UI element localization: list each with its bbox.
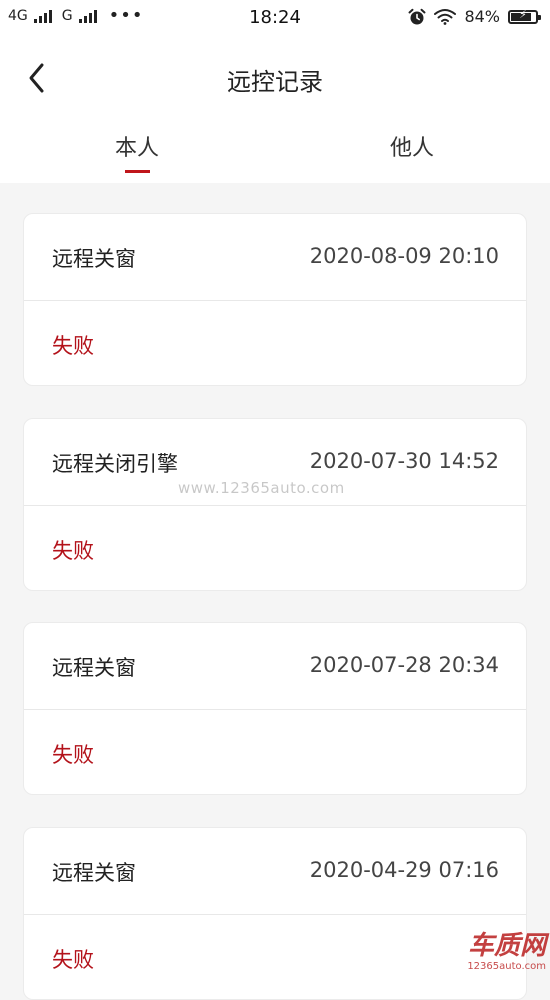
site-logo-main: 车质网 bbox=[467, 931, 546, 961]
battery-charging-icon: ⚡ bbox=[508, 7, 541, 24]
header: 远控记录 bbox=[0, 48, 550, 108]
tab-others[interactable]: 他人 bbox=[352, 130, 472, 162]
record-status: 失败 bbox=[52, 743, 94, 767]
charging-bolt-icon: ⚡ bbox=[519, 7, 527, 21]
record-card-header: 远程关窗 2020-04-29 07:16 bbox=[24, 828, 526, 915]
wifi-icon bbox=[434, 9, 457, 25]
status-bar: 4G G ••• 18:24 84% ⚡ bbox=[0, 0, 550, 38]
tab-bar: 本人 他人 bbox=[0, 130, 550, 180]
record-card[interactable]: 远程关窗 2020-04-29 07:16 失败 bbox=[23, 827, 527, 1000]
record-time: 2020-08-09 20:10 bbox=[309, 244, 499, 268]
record-action: 远程关窗 bbox=[52, 247, 136, 271]
record-card[interactable]: 远程关窗 2020-08-09 20:10 失败 bbox=[23, 213, 527, 386]
watermark-text: www.12365auto.com bbox=[178, 479, 345, 497]
record-time: 2020-04-29 07:16 bbox=[309, 858, 499, 882]
page-title: 远控记录 bbox=[227, 68, 323, 96]
record-status: 失败 bbox=[52, 539, 94, 563]
record-card-header: 远程关窗 2020-08-09 20:10 bbox=[24, 214, 526, 301]
site-logo-sub: 12365auto.com bbox=[467, 961, 546, 972]
tab-self[interactable]: 本人 bbox=[77, 130, 197, 162]
record-time: 2020-07-30 14:52 bbox=[309, 449, 499, 473]
record-action: 远程关窗 bbox=[52, 656, 136, 680]
record-action: 远程关闭引擎 bbox=[52, 452, 178, 476]
record-card[interactable]: 远程关闭引擎 2020-07-30 14:52 失败 bbox=[23, 418, 527, 591]
record-action: 远程关窗 bbox=[52, 861, 136, 885]
battery-percent: 84% bbox=[464, 7, 500, 26]
record-status: 失败 bbox=[52, 334, 94, 358]
record-time: 2020-07-28 20:34 bbox=[309, 653, 499, 677]
record-card[interactable]: 远程关窗 2020-07-28 20:34 失败 bbox=[23, 622, 527, 795]
site-logo: 车质网 12365auto.com bbox=[467, 931, 546, 973]
active-tab-indicator bbox=[125, 170, 150, 173]
record-card-header: 远程关窗 2020-07-28 20:34 bbox=[24, 623, 526, 710]
alarm-clock-icon bbox=[408, 8, 426, 24]
record-status: 失败 bbox=[52, 948, 94, 972]
status-bar-right: 84% ⚡ bbox=[408, 7, 541, 26]
